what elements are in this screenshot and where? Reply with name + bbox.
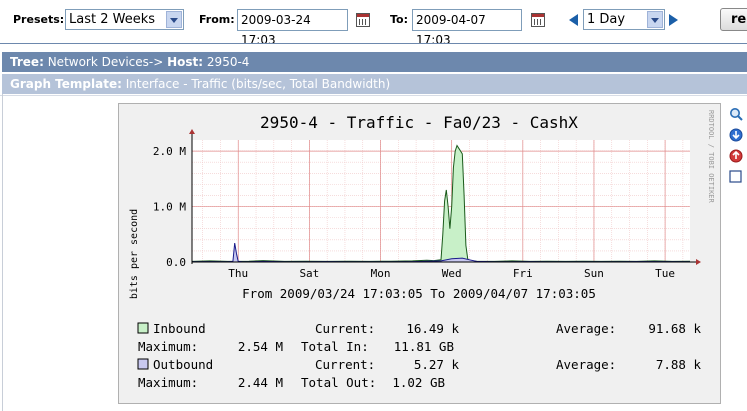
legend-outbound-total: 1.02 GB — [392, 375, 445, 390]
toolbar: Presets: Last 2 Weeks From: 2009-03-24 1… — [0, 0, 747, 47]
legend-outbound-maximum: 2.44 M — [238, 375, 283, 390]
host-label: Host: — [167, 55, 204, 69]
x-tick-label: Tue — [655, 267, 675, 280]
legend-outbound-name: Outbound — [153, 357, 213, 372]
to-label: To: — [390, 13, 408, 26]
host-link[interactable]: 2950-4 — [207, 55, 250, 69]
legend-inbound-average: 91.68 k — [648, 321, 701, 336]
x-tick-label: Sat — [299, 267, 319, 280]
legend-outbound-maximum-label: Maximum: — [138, 375, 198, 390]
graph-template-label: Graph Template: — [10, 77, 122, 91]
from-label: From: — [199, 13, 235, 26]
calendar-icon[interactable] — [356, 13, 370, 27]
x-axis-arrow — [696, 259, 701, 265]
legend-inbound-maximum: 2.54 M — [238, 339, 283, 354]
legend-swatch-inbound — [137, 322, 149, 334]
y-axis-arrow — [189, 129, 195, 134]
zoom-icon[interactable] — [729, 107, 743, 121]
x-tick-label: Wed — [442, 267, 462, 280]
legend-inbound-current: 16.49 k — [406, 321, 459, 336]
timespan-select[interactable]: 1 Day — [583, 9, 665, 30]
checkbox-icon[interactable] — [729, 170, 743, 184]
legend-inbound-current-label: Current: — [315, 321, 375, 336]
x-tick-label: Fri — [513, 267, 533, 280]
time-range-text: From 2009/03/24 17:03:05 To 2009/04/07 1… — [242, 286, 596, 301]
from-date-input[interactable]: 2009-03-24 17:03 — [237, 9, 348, 47]
chart-svg: 0.0 1.0 M 2.0 M Thu Sat Mon Wed Fri Sun Tue 2950-… — [129, 110, 715, 390]
calendar-icon[interactable] — [531, 13, 545, 27]
tree-label: Tree: — [10, 55, 44, 69]
graph-template-bar: Graph Template: Interface - Traffic (bit… — [2, 74, 747, 94]
legend-outbound-average-label: Average: — [556, 357, 616, 372]
x-tick-label: Mon — [371, 267, 391, 280]
legend-inbound-average-label: Average: — [556, 321, 616, 336]
timespan-value: 1 Day — [587, 12, 626, 27]
legend-inbound-maximum-label: Maximum: — [138, 339, 198, 354]
presets-label: Presets: — [13, 13, 65, 26]
presets-select[interactable]: Last 2 Weeks — [65, 9, 184, 30]
legend-inbound-name: Inbound — [153, 321, 206, 336]
y-tick-label: 2.0 M — [153, 145, 186, 158]
y-tick-label: 0.0 — [166, 256, 186, 269]
toolbar-divider — [0, 43, 747, 44]
chevron-down-icon — [166, 11, 182, 28]
rrdtool-watermark: RRDTOOL / TOBI OETIKER — [707, 110, 715, 204]
presets-value: Last 2 Weeks — [69, 12, 156, 27]
chart-title: 2950-4 - Traffic - Fa0/23 - CashX — [260, 113, 578, 132]
divider — [0, 95, 747, 96]
x-tick-label: Sun — [584, 267, 604, 280]
tree-path-link[interactable]: Network Devices-> — [48, 55, 164, 69]
traffic-graph[interactable]: 0.0 1.0 M 2.0 M Thu Sat Mon Wed Fri Sun Tue 2950-… — [118, 103, 721, 404]
to-date-input[interactable]: 2009-04-07 17:03 — [412, 9, 522, 47]
legend-outbound-current: 5.27 k — [414, 357, 460, 372]
legend-inbound-total: 11.81 GB — [394, 339, 454, 354]
y-axis-label: bits per second — [129, 209, 140, 299]
legend-outbound-current-label: Current: — [315, 357, 375, 372]
properties-icon[interactable] — [729, 149, 743, 163]
breadcrumb: Tree: Network Devices-> Host: 2950-4 — [2, 52, 747, 72]
x-tick-label: Thu — [228, 267, 248, 280]
content-border — [2, 94, 3, 411]
shift-left-icon[interactable] — [569, 14, 578, 26]
legend-outbound-average: 7.88 k — [656, 357, 702, 372]
legend-swatch-outbound — [137, 358, 149, 370]
refresh-button[interactable]: re — [720, 8, 747, 31]
legend-outbound-total-label: Total Out: — [301, 375, 376, 390]
csv-export-icon[interactable] — [729, 128, 743, 142]
legend-inbound-total-label: Total In: — [301, 339, 369, 354]
graph-template-value: Interface - Traffic (bits/sec, Total Ban… — [125, 77, 391, 91]
plot-background — [192, 140, 690, 262]
shift-right-icon[interactable] — [669, 14, 678, 26]
y-tick-label: 1.0 M — [153, 201, 186, 214]
chevron-down-icon — [647, 11, 663, 28]
